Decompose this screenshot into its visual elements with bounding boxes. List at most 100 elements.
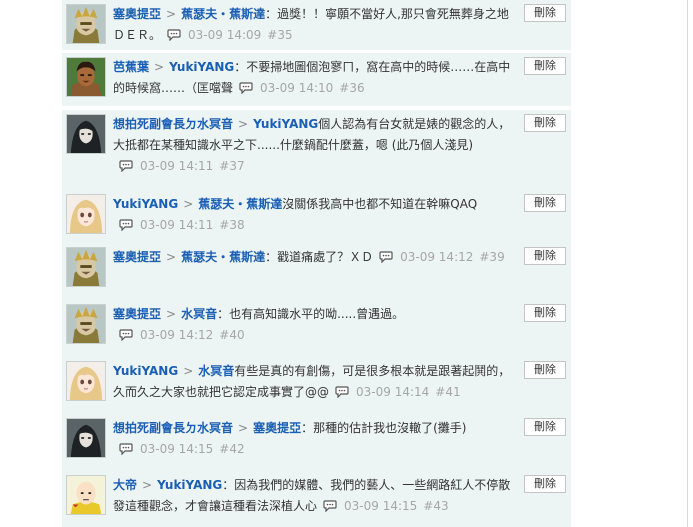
delete-button[interactable]: 刪除 bbox=[524, 194, 566, 212]
comment-author-link[interactable]: 塞奧提亞 bbox=[113, 307, 161, 321]
reply-bubble-icon[interactable] bbox=[119, 443, 133, 455]
comment-timestamp: 03-09 14:10 bbox=[260, 81, 334, 95]
reply-bubble-icon[interactable] bbox=[239, 82, 253, 94]
reply-arrow-icon: > bbox=[238, 117, 249, 131]
delete-button[interactable]: 刪除 bbox=[524, 4, 566, 22]
reply-bubble-icon[interactable] bbox=[379, 251, 393, 263]
reply-target-link[interactable]: 水冥音 bbox=[198, 364, 234, 378]
comment-author-link[interactable]: YukiYANG bbox=[113, 364, 178, 378]
comment-floor-number[interactable]: #36 bbox=[339, 81, 364, 95]
comment-meta: 03-09 14:15 #42 bbox=[113, 442, 245, 456]
user-avatar[interactable] bbox=[66, 114, 106, 154]
comment-message: ：也有高知識水平的呦.....曾遇過。 bbox=[217, 307, 405, 321]
comment-item: YukiYANG > 蕉瑟夫・蕉斯達沒關係我高中也都不知道在幹嘛QAQ 03-09 1… bbox=[62, 190, 571, 243]
blonde-anime-girl-avatar bbox=[67, 195, 105, 233]
comment-author-link[interactable]: 芭蕉葉 bbox=[113, 60, 149, 74]
reply-bubble-icon[interactable] bbox=[167, 29, 181, 41]
bald-hero-avatar bbox=[67, 476, 105, 514]
reply-target-link[interactable]: YukiYANG bbox=[157, 478, 222, 492]
dark-hair-girl-avatar bbox=[67, 419, 105, 457]
reply-arrow-icon: > bbox=[238, 421, 249, 435]
comment-author-link[interactable]: 塞奧提亞 bbox=[113, 7, 161, 21]
comment-message: 沒關係我高中也都不知道在幹嘛QAQ bbox=[282, 197, 478, 211]
user-avatar[interactable] bbox=[66, 304, 106, 344]
comment-floor-number[interactable]: #39 bbox=[479, 250, 504, 264]
reply-bubble-icon[interactable] bbox=[119, 160, 133, 172]
user-avatar[interactable] bbox=[66, 475, 106, 515]
comment-body: YukiYANG > 蕉瑟夫・蕉斯達沒關係我高中也都不知道在幹嘛QAQ 03-09 1… bbox=[113, 194, 513, 236]
user-avatar[interactable] bbox=[66, 57, 106, 97]
armored-knight-avatar bbox=[67, 5, 105, 43]
page-right-border bbox=[687, 0, 688, 527]
comment-floor-number[interactable]: #37 bbox=[219, 159, 244, 173]
delete-button[interactable]: 刪除 bbox=[524, 361, 566, 379]
comment-floor-number[interactable]: #35 bbox=[267, 28, 292, 42]
comment-item: YukiYANG > 水冥音有些是真的有創傷，可是很多根本就是跟著起鬨的，久而久之大… bbox=[62, 357, 571, 414]
reply-arrow-icon: > bbox=[183, 197, 194, 211]
muscular-man-avatar bbox=[67, 58, 105, 96]
user-avatar[interactable] bbox=[66, 361, 106, 401]
comment-body: 塞奧提亞 > 蕉瑟夫・蕉斯達：戳道痛處了？ＸＤ 03-09 14:12 #39 bbox=[113, 247, 513, 268]
dark-hair-girl-avatar bbox=[67, 115, 105, 153]
reply-arrow-icon: > bbox=[154, 60, 165, 74]
reply-target-link[interactable]: 塞奧提亞 bbox=[253, 421, 301, 435]
reply-target-link[interactable]: 蕉瑟夫・蕉斯達 bbox=[181, 250, 265, 264]
comment-floor-number[interactable]: #43 bbox=[423, 499, 448, 513]
delete-button[interactable]: 刪除 bbox=[524, 418, 566, 436]
comment-floor-number[interactable]: #42 bbox=[219, 442, 244, 456]
comment-meta: 03-09 14:10 #36 bbox=[233, 81, 365, 95]
delete-button[interactable]: 刪除 bbox=[524, 57, 566, 75]
delete-button[interactable]: 刪除 bbox=[524, 475, 566, 493]
blonde-anime-girl-avatar bbox=[67, 362, 105, 400]
comment-timestamp: 03-09 14:14 bbox=[356, 385, 430, 399]
comment-item: 塞奧提亞 > 水冥音：也有高知識水平的呦.....曾遇過。 03-09 14:12 #4… bbox=[62, 300, 571, 357]
comment-meta: 03-09 14:11 #37 bbox=[113, 159, 245, 173]
comment-author-link[interactable]: YukiYANG bbox=[113, 197, 178, 211]
comment-item: 想拍死副會長ㄉ水冥音 > 塞奧提亞：那種的估計我也沒轍了(攤手) 03-09 14:1… bbox=[62, 414, 571, 471]
reply-target-link[interactable]: YukiYANG bbox=[253, 117, 318, 131]
comment-meta: 03-09 14:09 #35 bbox=[161, 28, 293, 42]
comment-body: YukiYANG > 水冥音有些是真的有創傷，可是很多根本就是跟著起鬨的，久而久之大… bbox=[113, 361, 513, 403]
comment-body: 塞奧提亞 > 蕉瑟夫・蕉斯達：過獎！！寧願不當好人,那只會死無葬身之地ＤＥＲ。 03-… bbox=[113, 4, 513, 46]
armored-knight-avatar bbox=[67, 248, 105, 286]
user-avatar[interactable] bbox=[66, 247, 106, 287]
comment-floor-number[interactable]: #41 bbox=[435, 385, 460, 399]
reply-arrow-icon: > bbox=[166, 7, 177, 21]
reply-bubble-icon[interactable] bbox=[323, 500, 337, 512]
reply-arrow-icon: > bbox=[166, 307, 177, 321]
comment-item: 芭蕉葉 > YukiYANG：不要掃地圖個泡寥ㄇ，窩在高中的時候……在高中的時候窩…… bbox=[62, 53, 571, 106]
reply-bubble-icon[interactable] bbox=[119, 219, 133, 231]
comment-author-link[interactable]: 塞奧提亞 bbox=[113, 250, 161, 264]
comment-meta: 03-09 14:12 #39 bbox=[373, 250, 505, 264]
delete-button[interactable]: 刪除 bbox=[524, 304, 566, 322]
user-avatar[interactable] bbox=[66, 4, 106, 44]
reply-bubble-icon[interactable] bbox=[335, 386, 349, 398]
reply-arrow-icon: > bbox=[183, 364, 194, 378]
comment-timestamp: 03-09 14:11 bbox=[140, 159, 214, 173]
comment-floor-number[interactable]: #40 bbox=[219, 328, 244, 342]
comment-author-link[interactable]: 想拍死副會長ㄉ水冥音 bbox=[113, 117, 233, 131]
user-avatar[interactable] bbox=[66, 194, 106, 234]
comment-floor-number[interactable]: #38 bbox=[219, 218, 244, 232]
comment-body: 想拍死副會長ㄉ水冥音 > YukiYANG個人認為有台女就是婊的觀念的人，大抵都在某… bbox=[113, 114, 513, 177]
comment-timestamp: 03-09 14:11 bbox=[140, 218, 214, 232]
comment-meta: 03-09 14:15 #43 bbox=[317, 499, 449, 513]
delete-button[interactable]: 刪除 bbox=[524, 247, 566, 265]
comment-author-link[interactable]: 想拍死副會長ㄉ水冥音 bbox=[113, 421, 233, 435]
comment-timestamp: 03-09 14:15 bbox=[344, 499, 418, 513]
reply-target-link[interactable]: 蕉瑟夫・蕉斯達 bbox=[198, 197, 282, 211]
reply-target-link[interactable]: 蕉瑟夫・蕉斯達 bbox=[181, 7, 265, 21]
reply-target-link[interactable]: 水冥音 bbox=[181, 307, 217, 321]
comment-timestamp: 03-09 14:09 bbox=[188, 28, 262, 42]
reply-arrow-icon: > bbox=[166, 250, 177, 264]
comment-body: 塞奧提亞 > 水冥音：也有高知識水平的呦.....曾遇過。 03-09 14:12 #4… bbox=[113, 304, 513, 346]
reply-target-link[interactable]: YukiYANG bbox=[169, 60, 234, 74]
comment-timestamp: 03-09 14:12 bbox=[140, 328, 214, 342]
comment-body: 大帝 > YukiYANG：因為我們的媒體、我們的藝人、一些網路紅人不停散發這種觀念… bbox=[113, 475, 513, 517]
user-avatar[interactable] bbox=[66, 418, 106, 458]
comment-author-link[interactable]: 大帝 bbox=[113, 478, 137, 492]
comment-item: 塞奧提亞 > 蕉瑟夫・蕉斯達：過獎！！寧願不當好人,那只會死無葬身之地ＤＥＲ。 03-… bbox=[62, 0, 571, 50]
reply-bubble-icon[interactable] bbox=[119, 329, 133, 341]
comment-message: ：戳道痛處了？ＸＤ bbox=[265, 250, 374, 264]
delete-button[interactable]: 刪除 bbox=[524, 114, 566, 132]
